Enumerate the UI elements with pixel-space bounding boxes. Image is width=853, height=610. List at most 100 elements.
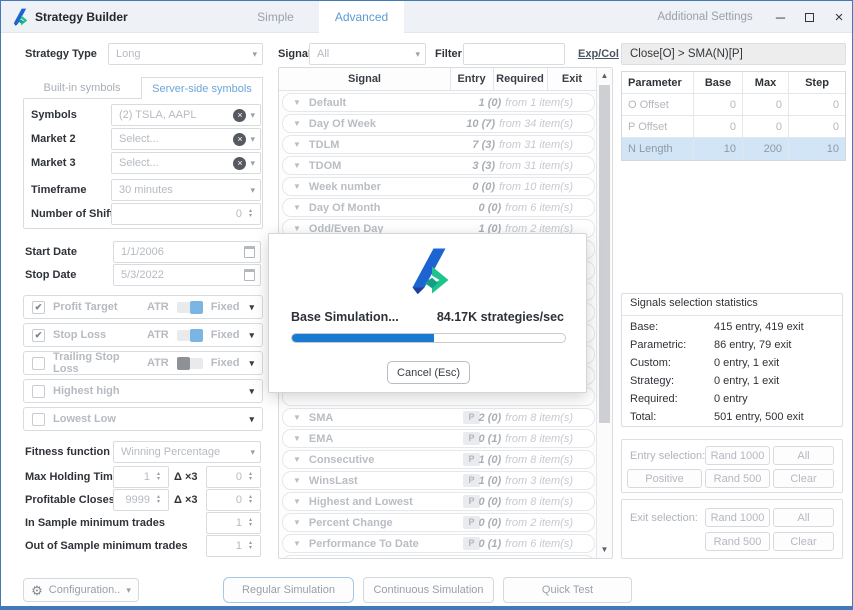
chevron-down-icon[interactable]: ▾: [249, 303, 254, 312]
atr-fixed-toggle[interactable]: [177, 358, 203, 369]
clear-icon[interactable]: ×: [233, 109, 246, 122]
checkbox-unchecked[interactable]: [32, 413, 45, 426]
scroll-down-icon[interactable]: ▼: [597, 543, 612, 557]
chevron-down-icon[interactable]: ▼: [293, 161, 301, 170]
param-cell[interactable]: 0: [743, 116, 789, 138]
signal-row[interactable]: ▼TDLM7 (3)from 31 item(s): [282, 135, 595, 154]
param-cell[interactable]: 0: [743, 94, 789, 116]
chevron-down-icon[interactable]: ▾: [249, 331, 254, 340]
entry-positive-button[interactable]: Positive: [627, 469, 702, 488]
signals-dropdown[interactable]: All▾: [309, 43, 426, 65]
minimize-button[interactable]: ─: [766, 1, 795, 33]
out-sample-input[interactable]: 1 ▴▾: [206, 535, 261, 557]
quick-test-button[interactable]: Quick Test: [503, 577, 632, 603]
spinner-icon[interactable]: ▴▾: [154, 495, 163, 505]
chevron-down-icon[interactable]: ▼: [293, 119, 301, 128]
checkbox-unchecked[interactable]: [32, 357, 45, 370]
chevron-down-icon[interactable]: ▼: [293, 518, 301, 527]
column-header-exit[interactable]: Exit: [547, 68, 597, 90]
shifts-input[interactable]: 0 ▴▾: [111, 203, 261, 225]
chevron-down-icon[interactable]: ▼: [293, 203, 301, 212]
clear-icon[interactable]: ×: [233, 157, 246, 170]
scrollbar-thumb[interactable]: [599, 85, 610, 423]
max-holding-time-input[interactable]: 1 ▴▾: [113, 466, 169, 488]
signal-row[interactable]: ▼Day Of Month0 (0)from 6 item(s): [282, 198, 595, 217]
calendar-icon[interactable]: [244, 246, 255, 258]
profitable-closes-input[interactable]: 9999 ▴▾: [113, 489, 169, 511]
close-button[interactable]: ×: [824, 1, 853, 33]
checkbox-checked[interactable]: ✔: [32, 329, 45, 342]
strategy-type-dropdown[interactable]: Long▾: [108, 43, 263, 65]
signals-scrollbar[interactable]: ▲ ▼: [596, 68, 612, 558]
atr-fixed-toggle[interactable]: [177, 302, 203, 313]
tab-simple[interactable]: Simple: [232, 1, 319, 33]
spinner-icon[interactable]: ▴▾: [246, 472, 255, 482]
signal-row[interactable]: ▼Default1 (0)from 1 item(s): [282, 93, 595, 112]
market2-dropdown[interactable]: Select... × ▾: [111, 128, 261, 150]
chevron-down-icon[interactable]: ▼: [293, 182, 301, 191]
signal-row[interactable]: ▼Percent ChangeP0 (0)from 2 item(s): [282, 513, 595, 532]
max-holding-delta-input[interactable]: 0 ▴▾: [206, 466, 261, 488]
param-cell[interactable]: 0: [789, 94, 845, 116]
tab-server-side-symbols[interactable]: Server-side symbols: [141, 77, 263, 99]
param-row-name-selected[interactable]: N Length: [622, 138, 694, 160]
param-cell[interactable]: 0: [789, 116, 845, 138]
chevron-down-icon[interactable]: ▼: [293, 434, 301, 443]
scroll-up-icon[interactable]: ▲: [597, 69, 612, 83]
cancel-button[interactable]: Cancel (Esc): [387, 361, 470, 384]
chevron-down-icon[interactable]: ▾: [249, 415, 254, 424]
exit-rand-1000-button[interactable]: Rand 1000: [705, 508, 770, 527]
signal-row[interactable]: [282, 555, 595, 559]
chevron-down-icon[interactable]: ▼: [293, 413, 301, 422]
chevron-down-icon[interactable]: ▼: [293, 476, 301, 485]
stop-loss-group[interactable]: ✔ Stop Loss ATR Fixed ▾: [23, 323, 263, 347]
fitness-function-dropdown[interactable]: Winning Percentage▾: [113, 441, 261, 463]
signal-row[interactable]: ▼EMAP0 (1)from 8 item(s): [282, 429, 595, 448]
tab-built-in-symbols[interactable]: Built-in symbols: [23, 77, 141, 99]
highest-high-group[interactable]: Highest high ▾: [23, 379, 263, 403]
in-sample-input[interactable]: 1 ▴▾: [206, 512, 261, 534]
signal-row[interactable]: ▼WinsLastP1 (0)from 3 item(s): [282, 471, 595, 490]
spinner-icon[interactable]: ▴▾: [246, 541, 255, 551]
continuous-simulation-button[interactable]: Continuous Simulation: [363, 577, 494, 603]
profit-target-group[interactable]: ✔ Profit Target ATR Fixed ▾: [23, 295, 263, 319]
expand-collapse-link[interactable]: Exp/Col: [578, 43, 619, 65]
stop-date-input[interactable]: 5/3/2022: [113, 264, 261, 286]
spinner-icon[interactable]: ▴▾: [246, 495, 255, 505]
chevron-down-icon[interactable]: ▾: [249, 387, 254, 396]
signal-row[interactable]: ▼TDOM3 (3)from 31 item(s): [282, 156, 595, 175]
checkbox-unchecked[interactable]: [32, 385, 45, 398]
maximize-button[interactable]: [795, 1, 824, 33]
param-row-name[interactable]: P Offset: [622, 116, 694, 138]
configuration-button[interactable]: ⚙Configuration..▾: [23, 578, 139, 602]
entry-rand-1000-button[interactable]: Rand 1000: [705, 446, 770, 465]
param-cell-selected[interactable]: 10: [694, 138, 743, 160]
regular-simulation-button[interactable]: Regular Simulation: [223, 577, 354, 603]
param-cell[interactable]: 0: [694, 116, 743, 138]
lowest-low-group[interactable]: Lowest Low ▾: [23, 407, 263, 431]
param-cell-selected[interactable]: 10: [789, 138, 845, 160]
clear-icon[interactable]: ×: [233, 133, 246, 146]
market3-dropdown[interactable]: Select... × ▾: [111, 152, 261, 174]
param-cell-selected[interactable]: 200: [743, 138, 789, 160]
column-header-entry[interactable]: Entry: [450, 68, 493, 90]
trailing-stop-loss-group[interactable]: Trailing Stop Loss ATR Fixed ▾: [23, 351, 263, 375]
spinner-icon[interactable]: ▴▾: [154, 472, 163, 482]
signal-row[interactable]: ▼Week number0 (0)from 10 item(s): [282, 177, 595, 196]
param-row-name[interactable]: O Offset: [622, 94, 694, 116]
entry-clear-button[interactable]: Clear: [773, 469, 834, 488]
signal-row[interactable]: ▼Day Of Week10 (7)from 34 item(s): [282, 114, 595, 133]
signal-row[interactable]: ▼ConsecutiveP1 (0)from 8 item(s): [282, 450, 595, 469]
calendar-icon[interactable]: [244, 269, 255, 281]
timeframe-dropdown[interactable]: 30 minutes▾: [111, 179, 261, 201]
param-cell[interactable]: 0: [694, 94, 743, 116]
tab-additional-settings[interactable]: Additional Settings: [646, 1, 764, 33]
entry-rand-500-button[interactable]: Rand 500: [705, 469, 770, 488]
spinner-icon[interactable]: ▴▾: [246, 518, 255, 528]
column-header-required[interactable]: Required: [493, 68, 547, 90]
signal-row[interactable]: ▼SMAP2 (0)from 8 item(s): [282, 408, 595, 427]
filter-input[interactable]: [463, 43, 565, 65]
profitable-closes-delta-input[interactable]: 0 ▴▾: [206, 489, 261, 511]
symbols-dropdown[interactable]: (2) TSLA, AAPL × ▾: [111, 104, 261, 126]
spinner-icon[interactable]: ▴▾: [246, 209, 255, 219]
